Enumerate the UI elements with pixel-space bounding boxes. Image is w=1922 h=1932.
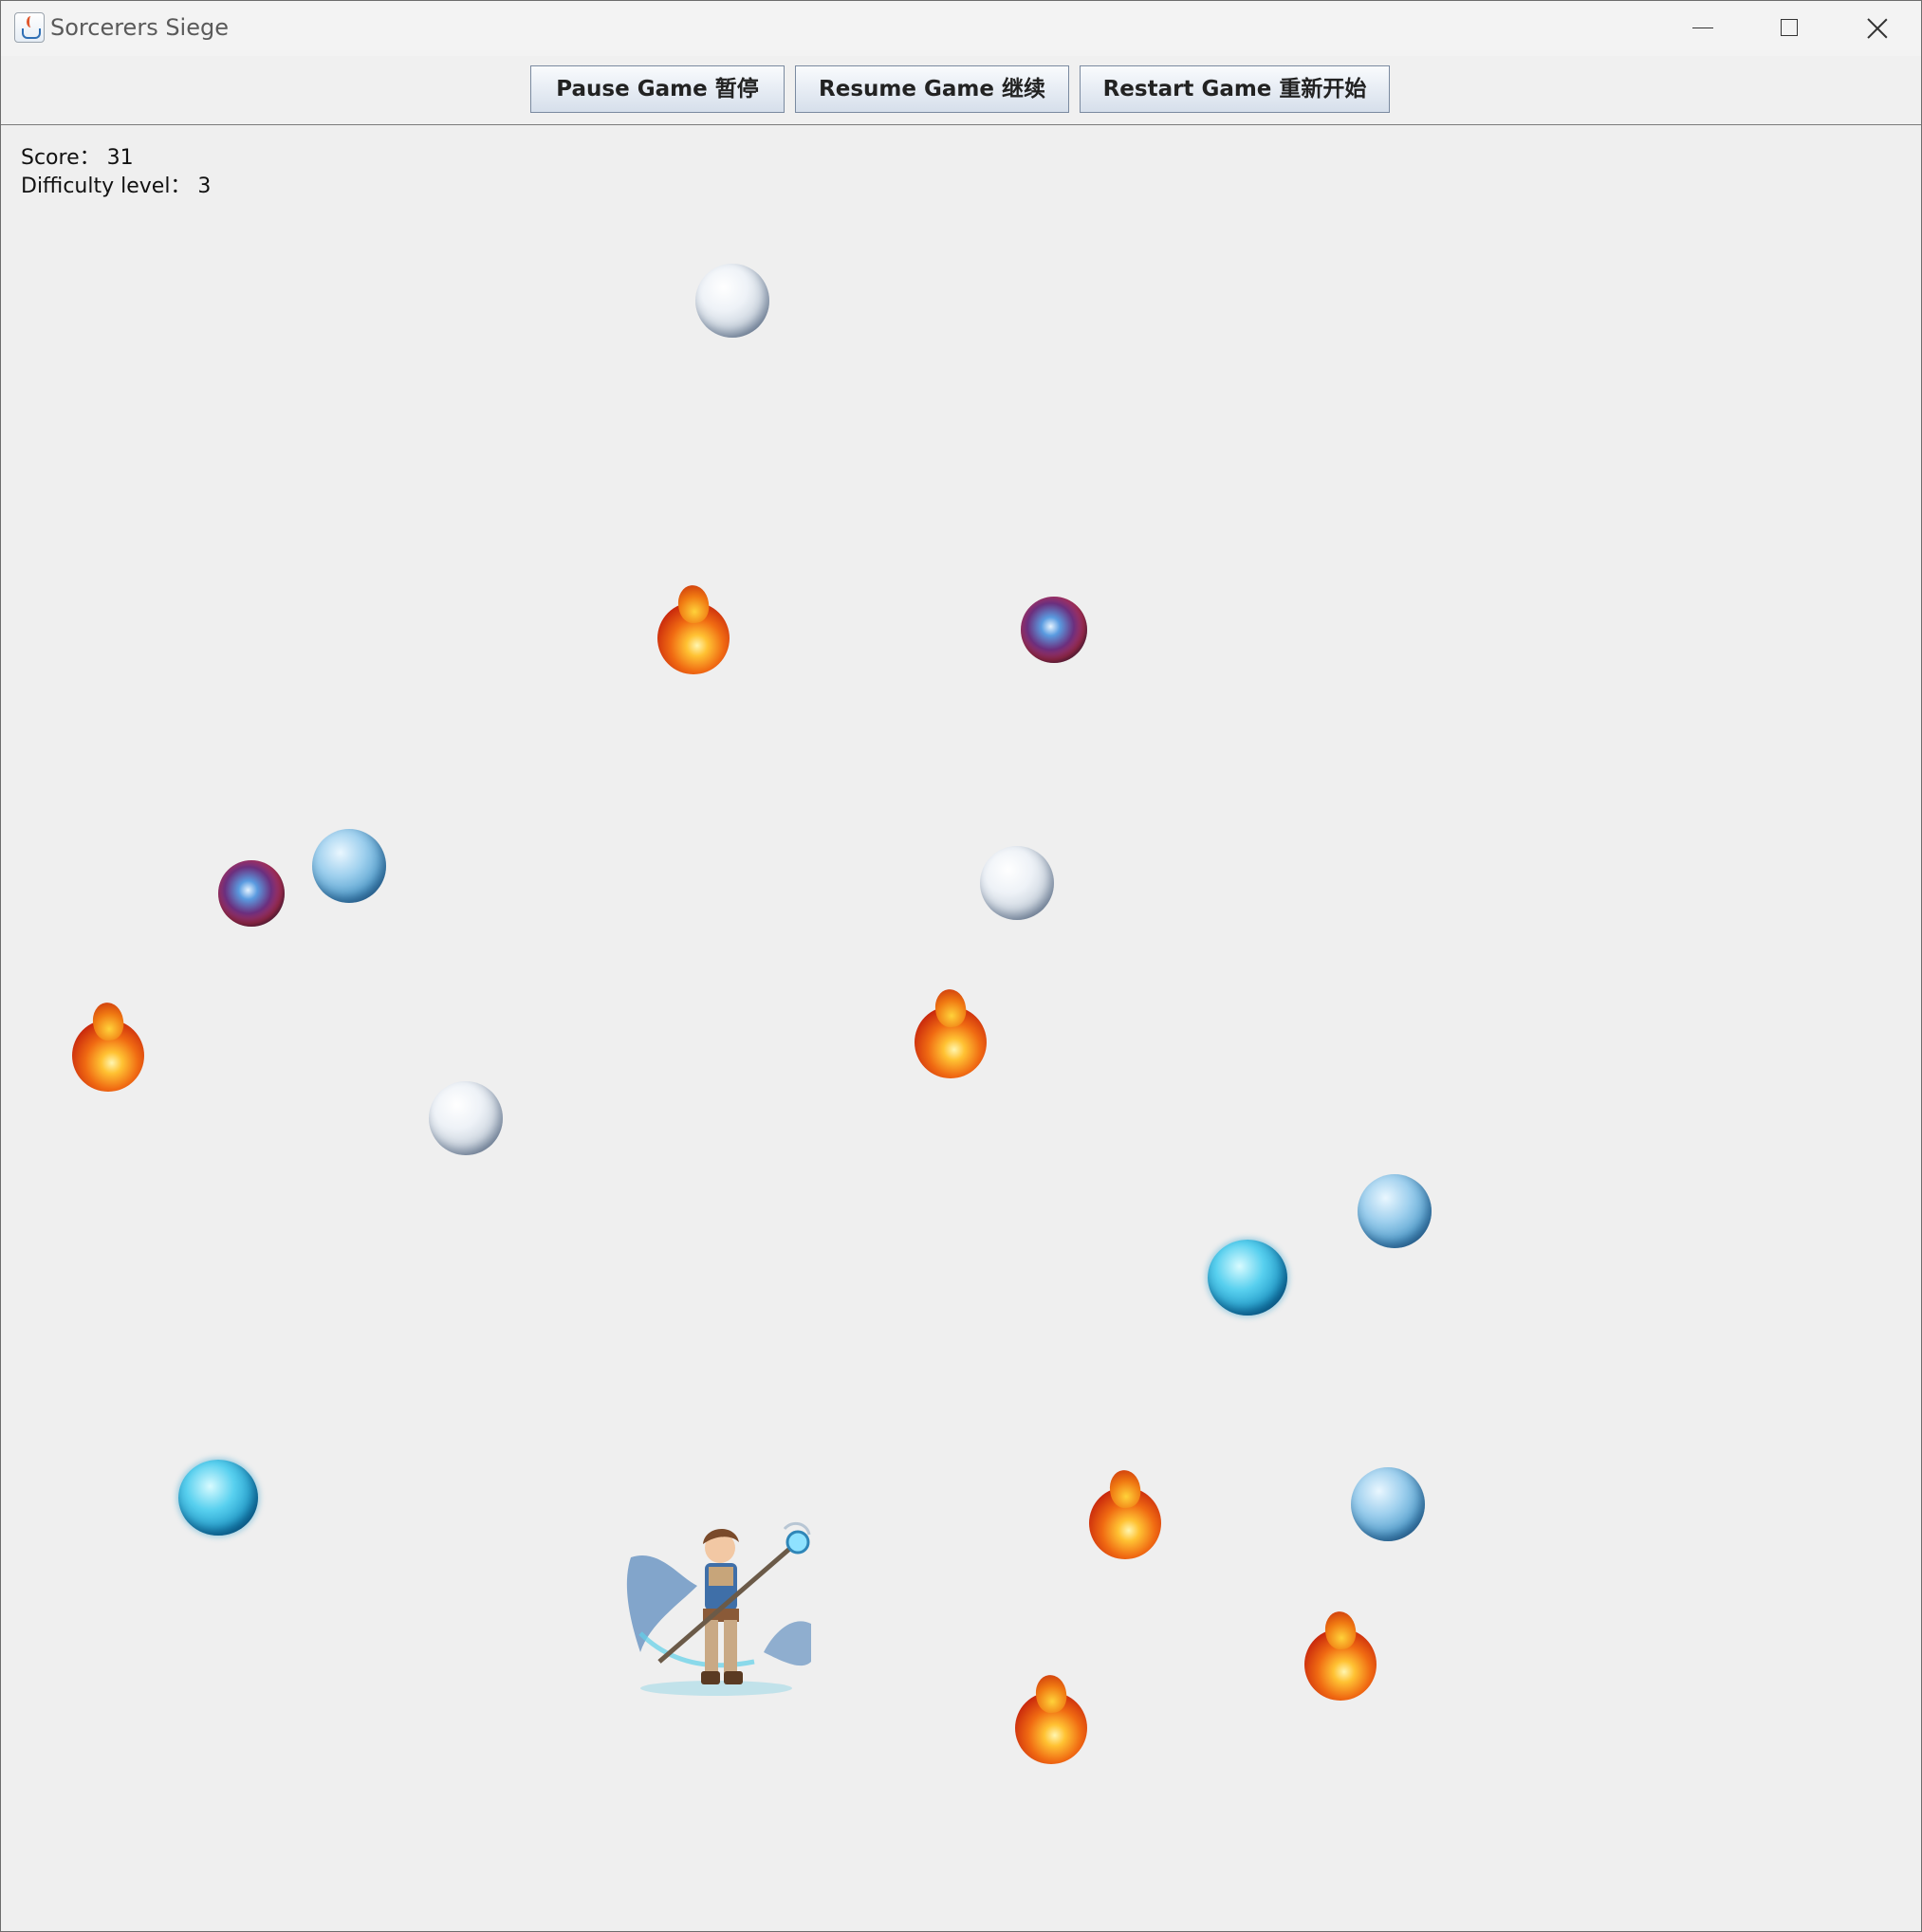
ice-orb-projectile <box>1358 1174 1432 1248</box>
fireball-projectile <box>913 986 989 1080</box>
close-icon <box>1866 17 1889 40</box>
water-orb-projectile <box>178 1460 258 1536</box>
ice-orb-projectile <box>1351 1467 1425 1541</box>
arcane-orb-projectile <box>218 860 285 927</box>
sorcerer-player[interactable] <box>621 1519 815 1702</box>
game-window: Sorcerers Siege Pause Game 暂停 Resume Gam… <box>0 0 1922 1932</box>
ice-orb-projectile <box>312 829 386 903</box>
window-title: Sorcerers Siege <box>50 14 229 41</box>
maximize-button[interactable] <box>1746 1 1834 56</box>
fireball-projectile <box>70 1000 146 1094</box>
cup-mark <box>22 28 41 39</box>
snowball-projectile <box>429 1081 503 1155</box>
maximize-icon <box>1781 19 1798 36</box>
game-canvas[interactable]: Score： 31 Difficulty level： 3 <box>1 125 1921 1931</box>
control-toolbar: Pause Game 暂停 Resume Game 继续 Restart Gam… <box>1 56 1921 125</box>
score-label: Score： 31 <box>21 146 134 170</box>
close-button[interactable] <box>1834 1 1921 56</box>
fireball-projectile <box>1087 1467 1163 1561</box>
minimize-button[interactable] <box>1659 1 1746 56</box>
steam-mark <box>27 16 35 28</box>
resume-game-button[interactable]: Resume Game 继续 <box>795 65 1069 113</box>
pause-game-button[interactable]: Pause Game 暂停 <box>530 65 785 113</box>
fireball-projectile <box>656 582 731 676</box>
snowball-projectile <box>695 264 769 338</box>
title-bar[interactable]: Sorcerers Siege <box>1 1 1921 56</box>
arcane-orb-projectile <box>1021 597 1087 663</box>
restart-game-button[interactable]: Restart Game 重新开始 <box>1080 65 1390 113</box>
water-orb-projectile <box>1208 1240 1287 1316</box>
fireball-projectile <box>1303 1609 1378 1702</box>
java-cup-icon <box>14 12 45 43</box>
fireball-projectile <box>1013 1672 1089 1766</box>
snowball-projectile <box>980 846 1054 920</box>
difficulty-label: Difficulty level： 3 <box>21 175 212 198</box>
